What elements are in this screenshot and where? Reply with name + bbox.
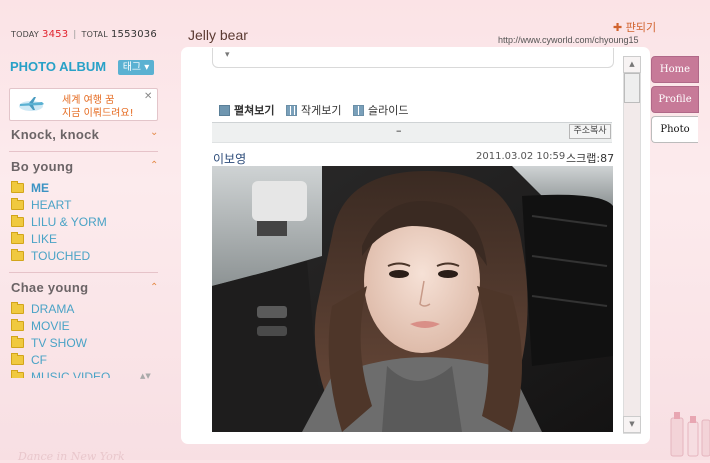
folder-icon — [11, 231, 24, 244]
folder-touched[interactable]: TOUCHED — [11, 248, 90, 263]
background-deco-text: Dance in New York — [18, 450, 125, 463]
minihompy-title: Jelly bear — [188, 27, 248, 43]
today-count: 3453 — [42, 29, 69, 40]
post-date: 2011.03.02 10:59 — [476, 151, 566, 162]
folder-icon — [11, 248, 24, 261]
folder-icon — [11, 370, 24, 378]
folder-movie[interactable]: MOVIE — [11, 318, 70, 333]
folder-lilu-yorm[interactable]: LILU & YORM — [11, 214, 107, 229]
view-slide-option[interactable]: 슬라이드 — [352, 104, 408, 117]
expand-arrow-icon[interactable]: ⌃ — [150, 160, 158, 171]
folder-drama[interactable]: DRAMA — [11, 301, 74, 316]
folder-icon — [11, 318, 24, 331]
post-header-bar — [212, 122, 612, 143]
folder-icon — [11, 214, 24, 227]
post-author[interactable]: 이보영 — [213, 150, 246, 167]
become-fan-link[interactable]: ✚ 퍈되기 — [613, 19, 656, 35]
folder-music-video[interactable]: MUSIC VIDEO — [11, 370, 110, 378]
grid-view-icon — [285, 104, 297, 116]
collapse-arrow-icon[interactable]: ⌄ — [150, 127, 158, 138]
category-bo-young[interactable]: Bo young — [11, 159, 73, 174]
expand-arrow-icon[interactable]: ⌃ — [150, 282, 158, 293]
post-title: – — [396, 124, 402, 137]
view-full-option[interactable]: 펼쳐보기 — [219, 104, 274, 117]
divider — [9, 272, 158, 273]
tab-home[interactable]: Home — [651, 56, 699, 83]
tab-profile[interactable]: Profile — [651, 86, 699, 113]
folder-icon — [11, 335, 24, 348]
perfume-bottles-decoration — [670, 412, 710, 457]
view-options: 펼쳐보기 작게보기 슬라이드 — [219, 102, 416, 118]
total-count: 1553036 — [110, 29, 157, 40]
scroll-down-icon[interactable]: ▼ — [623, 416, 641, 433]
slideshow-icon — [352, 104, 364, 116]
folder-icon — [11, 197, 24, 210]
bullet-icon: ▾ — [225, 50, 230, 60]
copy-url-button[interactable]: 주소복사 — [569, 124, 611, 139]
view-small-option[interactable]: 작게보기 — [285, 104, 341, 117]
post-photo[interactable] — [212, 166, 613, 432]
sidebar-scroll-icon[interactable]: ▲▼ — [140, 372, 151, 380]
visitor-counter: TODAY 3453 | TOTAL 1553036 — [11, 29, 157, 40]
scrollbar-track[interactable] — [623, 56, 641, 434]
folder-icon — [11, 180, 24, 193]
folder-icon — [11, 301, 24, 314]
folder-icon — [11, 352, 24, 365]
homepage-url[interactable]: http://www.cyworld.com/chyoung15 — [498, 35, 639, 45]
category-chae-young[interactable]: Chae young — [11, 280, 88, 295]
total-label: TOTAL — [81, 30, 108, 39]
today-label: TODAY — [11, 30, 39, 39]
folder-tv-show[interactable]: TV SHOW — [11, 335, 87, 350]
category-knock-knock[interactable]: Knock, knock — [11, 127, 99, 142]
folder-like[interactable]: LIKE — [11, 231, 57, 246]
ad-close-icon[interactable]: ✕ — [144, 91, 152, 102]
folder-heart[interactable]: HEART — [11, 197, 71, 212]
scrap-count[interactable]: 스크랩:87 — [566, 150, 614, 166]
divider — [9, 151, 158, 152]
photo-album-title: PHOTO ALBUM — [10, 59, 107, 74]
full-view-icon — [219, 104, 230, 116]
previous-post-box: ▾ — [212, 48, 614, 68]
tag-button[interactable]: 태그 ▾ — [118, 60, 154, 75]
scrollbar-thumb[interactable] — [624, 73, 640, 103]
airplane-icon — [19, 97, 44, 111]
folder-cf[interactable]: CF — [11, 352, 47, 367]
ad-text-line2: 지금 이뤄드려요! — [62, 108, 134, 119]
scroll-up-icon[interactable]: ▲ — [623, 56, 641, 73]
folder-me[interactable]: ME — [11, 180, 49, 195]
tab-photo[interactable]: Photo — [651, 116, 698, 143]
